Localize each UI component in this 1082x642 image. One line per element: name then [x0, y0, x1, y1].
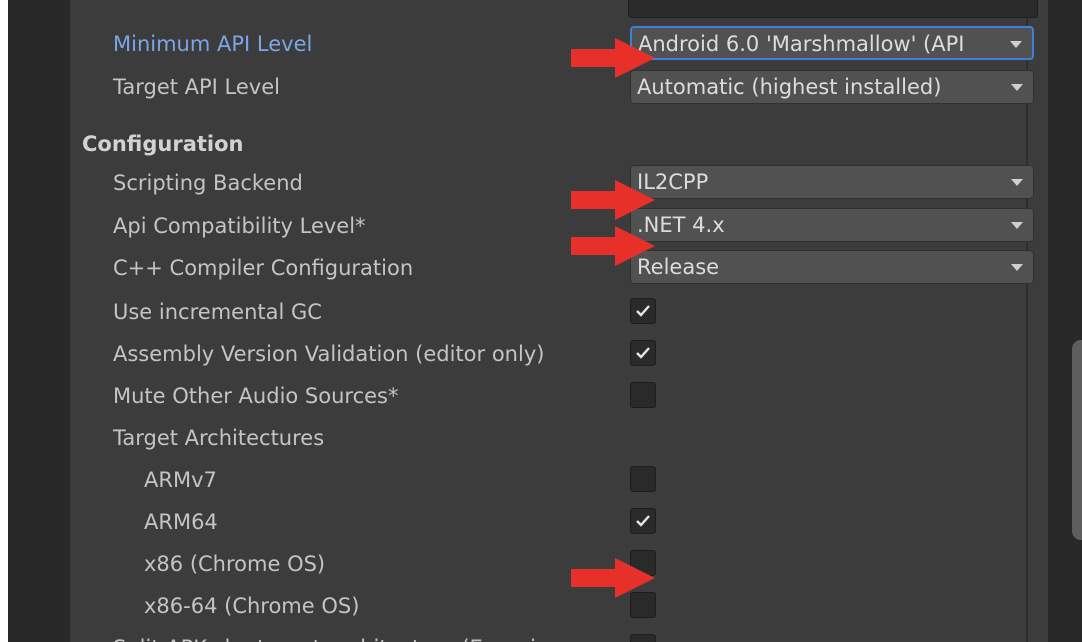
arch-arm64-checkbox[interactable] [630, 508, 656, 534]
chevron-down-icon [1010, 41, 1022, 48]
cpp-compiler-configuration-label: C++ Compiler Configuration [113, 256, 414, 280]
right-arrow-icon [571, 226, 655, 266]
checkmark-icon [636, 305, 650, 317]
vertical-scrollbar-thumb[interactable] [1072, 340, 1082, 540]
scripting-backend-dropdown[interactable]: IL2CPP [630, 165, 1034, 199]
assembly-version-validation-label: Assembly Version Validation (editor only… [113, 342, 545, 366]
minimum-api-level-value: Android 6.0 'Marshmallow' (API [638, 32, 965, 56]
partial-top-field[interactable] [628, 0, 1038, 18]
arch-arm64-label: ARM64 [144, 510, 218, 534]
split-apks-label: Split APKs by target architecture (Exper… [113, 634, 536, 642]
inspector-window: Minimum API Level Android 6.0 'Marshmall… [8, 0, 1082, 642]
right-arrow-icon [571, 180, 655, 220]
scripting-backend-value: IL2CPP [637, 170, 709, 194]
checkmark-icon [636, 515, 650, 527]
checkmark-icon [636, 347, 650, 359]
api-compatibility-level-value: .NET 4.x [637, 213, 725, 237]
split-apks-checkbox[interactable] [630, 634, 656, 642]
right-arrow-icon [571, 38, 655, 78]
right-arrow-icon [571, 558, 655, 598]
cpp-compiler-configuration-dropdown[interactable]: Release [630, 250, 1034, 284]
cpp-compiler-configuration-value: Release [637, 255, 720, 279]
minimum-api-level-dropdown[interactable]: Android 6.0 'Marshmallow' (API [630, 26, 1034, 60]
target-architectures-label: Target Architectures [113, 426, 325, 450]
chevron-down-icon [1011, 264, 1023, 271]
configuration-header: Configuration [82, 132, 244, 156]
assembly-version-validation-checkbox[interactable] [630, 340, 656, 366]
api-compatibility-level-dropdown[interactable]: .NET 4.x [630, 208, 1034, 242]
use-incremental-gc-checkbox[interactable] [630, 298, 656, 324]
mute-other-audio-sources-label: Mute Other Audio Sources* [113, 384, 399, 408]
chevron-down-icon [1011, 84, 1023, 91]
use-incremental-gc-label: Use incremental GC [113, 300, 322, 324]
arch-armv7-label: ARMv7 [144, 468, 217, 492]
mute-other-audio-sources-checkbox[interactable] [630, 382, 656, 408]
scripting-backend-label: Scripting Backend [113, 171, 303, 195]
minimum-api-level-label: Minimum API Level [113, 32, 313, 56]
api-compatibility-level-label: Api Compatibility Level* [113, 214, 366, 238]
arch-x86-label: x86 (Chrome OS) [144, 552, 326, 576]
chevron-down-icon [1011, 179, 1023, 186]
target-api-level-label: Target API Level [113, 75, 280, 99]
arch-armv7-checkbox[interactable] [630, 466, 656, 492]
target-api-level-value: Automatic (highest installed) [637, 75, 942, 99]
target-api-level-dropdown[interactable]: Automatic (highest installed) [630, 70, 1034, 104]
arch-x86-64-label: x86-64 (Chrome OS) [144, 594, 360, 618]
chevron-down-icon [1011, 222, 1023, 229]
